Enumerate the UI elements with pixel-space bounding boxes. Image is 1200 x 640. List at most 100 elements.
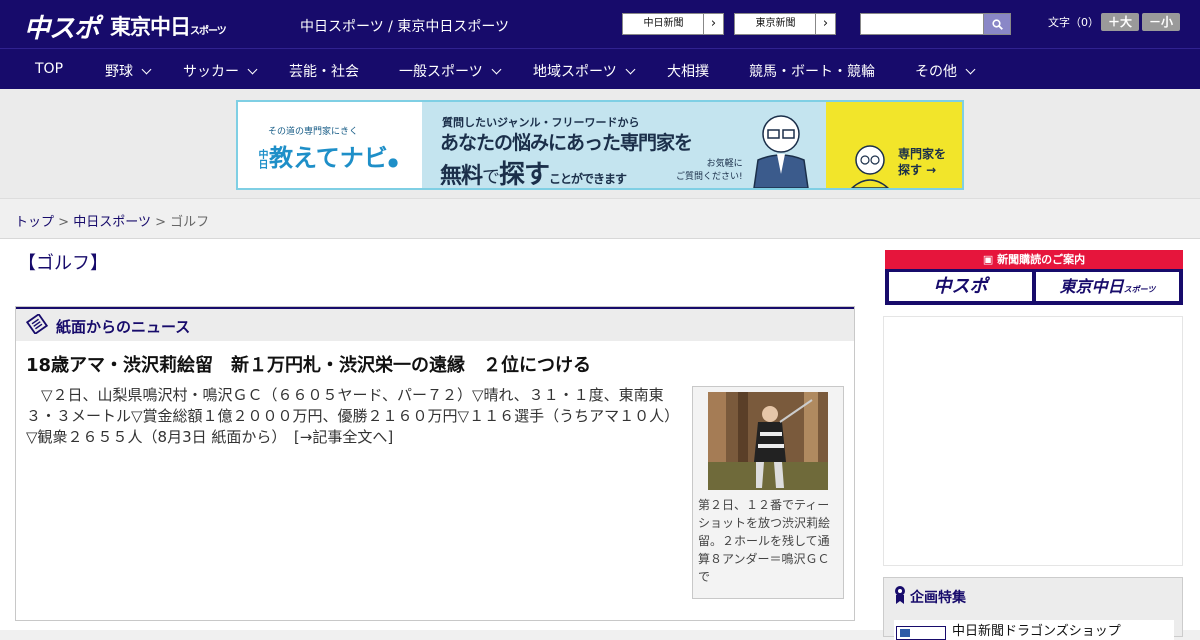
dragons-shop-thumbnail-icon	[896, 626, 946, 640]
chevron-down-icon	[625, 64, 636, 75]
ad-tagline: その道の専門家にきく	[268, 127, 359, 137]
medal-icon	[895, 586, 905, 604]
subscription-header-label: 新聞購読のご案内	[997, 253, 1086, 266]
tokyo-chunichi-logo[interactable]: 東京中日スポーツ	[110, 11, 227, 41]
page-title: 【ゴルフ】	[18, 253, 108, 274]
chevron-right-icon: ›	[815, 14, 835, 34]
ad-message-panel: 質問したいジャンル・フリーワードから あなたの悩みにあった専門家を 無料で探すこ…	[422, 102, 826, 191]
special-item-label: 中日新聞ドラゴンズショップ	[952, 624, 1121, 639]
chevron-right-icon: ›	[703, 14, 723, 34]
tokyo-chunichi-logo-text: 東京中日	[110, 15, 191, 39]
ad-banner-oshiete-navi[interactable]: その道の専門家にきく 中日教えてナビ● 質問したいジャンル・フリーワードから あ…	[236, 100, 964, 190]
golfer-photo-image	[708, 392, 828, 490]
ad-brand-prefix: 中日	[256, 149, 267, 169]
read-more-link[interactable]: [→記事全文へ]	[294, 428, 393, 446]
news-section: 紙面からのニュース 18歳アマ・渋沢莉絵留 新１万円札・渋沢栄一の遠縁 ２位につ…	[15, 306, 855, 621]
article-photo[interactable]	[708, 392, 828, 490]
nav-item-label: 大相撲	[667, 64, 709, 80]
breadcrumb-chuspo-link[interactable]: 中日スポーツ	[73, 215, 151, 230]
article-photo-box: 第２日、１２番でティーショットを放つ渋沢莉絵留。２ホールを残して通算８アンダー＝…	[692, 386, 844, 599]
subscribe-tokyo-chunichi-button[interactable]: 東京中日スポーツ	[1036, 272, 1179, 301]
breadcrumb-current: ゴルフ	[170, 215, 210, 230]
ad-band: その道の専門家にきく 中日教えてナビ● 質問したいジャンル・フリーワードから あ…	[0, 89, 1200, 199]
nav-item-general-sports[interactable]: 一般スポーツ	[399, 61, 502, 81]
ad-line-3a: 無料	[440, 164, 483, 189]
ticket-icon: ▣	[982, 253, 998, 266]
subscription-header: ▣ 新聞購読のご案内	[885, 250, 1183, 269]
ad-brand-logo: 中日教えてナビ●	[254, 138, 413, 173]
news-section-label: 紙面からのニュース	[56, 318, 191, 336]
ad-line-3b: で	[482, 167, 500, 188]
nav-item-label: その他	[915, 64, 957, 80]
chevron-down-icon	[965, 64, 976, 75]
font-larger-button[interactable]: ＋大	[1101, 13, 1139, 31]
subscribe-tokyo-chunichi-sub: スポーツ	[1123, 285, 1156, 294]
nav-item-label: 野球	[105, 64, 133, 80]
chunichi-shimbun-button[interactable]: 中日新聞 ›	[622, 13, 724, 35]
chevron-down-icon	[141, 64, 152, 75]
ad-cta-panel: 専門家を探す →	[826, 102, 962, 188]
site-title[interactable]: 中日スポーツ / 東京中日スポーツ	[300, 16, 509, 36]
nav-item-label: TOP	[35, 61, 64, 77]
nav-item-label: サッカー	[183, 64, 239, 80]
top-bar: 中スポ 東京中日スポーツ 中日スポーツ / 東京中日スポーツ 中日新聞 › 東京…	[0, 0, 1200, 48]
expert-illustration-icon	[753, 115, 809, 188]
nav-item-sumo[interactable]: 大相撲	[667, 61, 709, 81]
ad-note-2: ご質問ください!	[676, 172, 743, 182]
breadcrumb-top-link[interactable]: トップ	[15, 215, 54, 230]
news-section-header: 紙面からのニュース	[16, 307, 854, 341]
ad-line-2: あなたの悩みにあった専門家を	[440, 132, 693, 154]
ad-cta-text: 専門家を探す →	[898, 146, 946, 178]
main-content: 【ゴルフ】 紙面からのニュース 18歳アマ・渋沢莉絵留 新１万円札・渋沢栄一の遠…	[0, 239, 1200, 640]
tokyo-shimbun-label: 東京新聞	[755, 18, 796, 29]
subscribe-chuspo-button[interactable]: 中スポ	[889, 272, 1032, 301]
search-button[interactable]	[983, 13, 1011, 35]
nav-item-regional-sports[interactable]: 地域スポーツ	[533, 61, 636, 81]
article-body: ▽２日、山梨県鳴沢村・鳴沢ＧＣ（６６０５ヤード、パー７２）▽晴れ、３１・１度、東…	[26, 385, 684, 448]
breadcrumb-separator: >	[58, 215, 70, 230]
nav-item-label: 競馬・ボート・競輪	[749, 64, 875, 80]
ad-line-3: 無料で探すことができます	[440, 154, 627, 191]
search-input[interactable]	[860, 13, 984, 35]
special-features-header: 企画特集	[894, 586, 966, 607]
chunichi-shimbun-label: 中日新聞	[643, 18, 684, 29]
ad-brand-panel: その道の専門家にきく 中日教えてナビ●	[238, 102, 422, 188]
ad-line-3d: ことができます	[549, 172, 627, 186]
tokyo-chunichi-logo-sub: スポーツ	[190, 26, 227, 37]
ad-note-1: お気軽に	[706, 159, 743, 169]
nav-item-racing[interactable]: 競馬・ボート・競輪	[749, 61, 875, 81]
nav-item-label: 一般スポーツ	[399, 64, 483, 80]
nav-item-entertainment[interactable]: 芸能・社会	[289, 61, 359, 81]
font-smaller-button[interactable]: －小	[1142, 13, 1180, 31]
nav-item-label: 地域スポーツ	[533, 64, 617, 80]
ad-note: お気軽にご質問ください!	[676, 158, 743, 184]
newspaper-icon	[26, 314, 48, 334]
ad-cta-2: 探す →	[898, 163, 937, 177]
nav-item-top[interactable]: TOP	[35, 61, 63, 77]
ad-line-3c: 探す	[499, 160, 550, 190]
ad-brand-name: 教えてナビ	[269, 144, 388, 172]
photo-caption: 第２日、１２番でティーショットを放つ渋沢莉絵留。２ホールを残して通算８アンダー＝…	[698, 498, 831, 584]
nav-item-baseball[interactable]: 野球	[105, 61, 152, 81]
nav-item-soccer[interactable]: サッカー	[183, 61, 258, 81]
special-features-label: 企画特集	[910, 590, 966, 606]
person-illustration-icon	[850, 145, 890, 188]
font-size-label: 文字（0）	[1048, 16, 1099, 29]
breadcrumb: トップ > 中日スポーツ > ゴルフ	[15, 211, 209, 230]
chevron-down-icon	[491, 64, 502, 75]
nav-item-other[interactable]: その他	[915, 61, 976, 81]
main-nav: TOP 野球 サッカー 芸能・社会 一般スポーツ 地域スポーツ 大相撲 競馬・ボ…	[0, 48, 1200, 89]
nav-item-label: 芸能・社会	[289, 64, 359, 80]
subscribe-tokyo-chunichi-label: 東京中日	[1059, 277, 1124, 296]
breadcrumb-separator: >	[155, 215, 166, 230]
sidebar-ad-slot[interactable]	[883, 316, 1183, 566]
special-item-dragons-shop[interactable]: 中日新聞ドラゴンズショップ	[894, 620, 1174, 640]
speech-bubble-icon: ●	[387, 155, 399, 169]
subscription-box: ▣ 新聞購読のご案内 中スポ 東京中日スポーツ	[885, 250, 1183, 305]
search-icon	[992, 19, 1003, 30]
article-title[interactable]: 18歳アマ・渋沢莉絵留 新１万円札・渋沢栄一の遠縁 ２位につける	[26, 351, 591, 377]
chuspo-logo[interactable]: 中スポ	[24, 8, 100, 45]
ad-cta-1: 専門家を	[898, 147, 947, 161]
tokyo-shimbun-button[interactable]: 東京新聞 ›	[734, 13, 836, 35]
chevron-down-icon	[247, 64, 258, 75]
